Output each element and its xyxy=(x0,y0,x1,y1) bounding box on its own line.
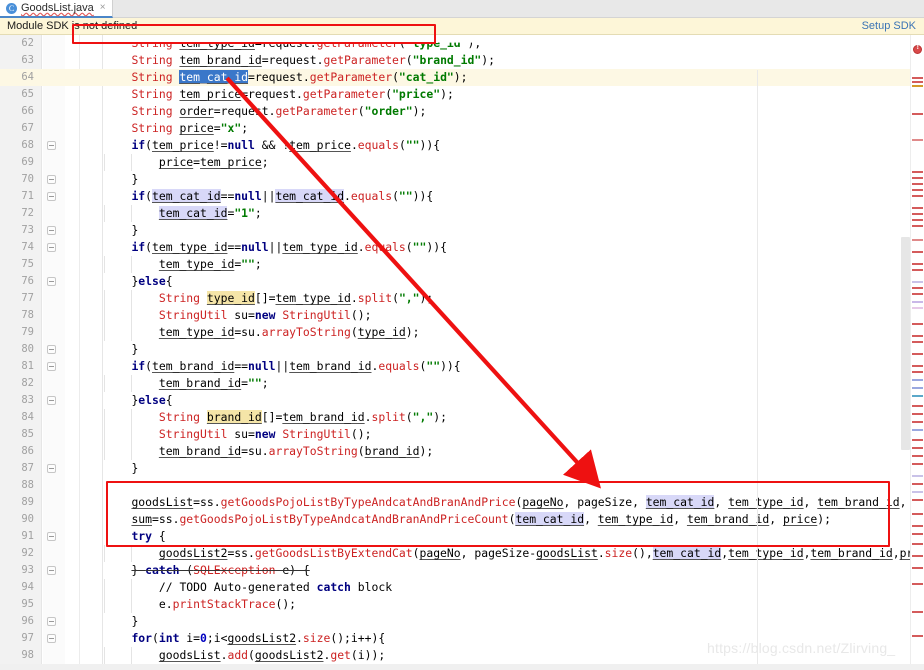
ide-editor-window: C GoodsList.java × Module SDK is not def… xyxy=(0,0,924,670)
watermark-text: https://blog.csdn.net/Zlirving_ xyxy=(707,640,896,656)
red-arrow-annotation xyxy=(225,76,601,489)
bottom-splitter xyxy=(0,664,924,670)
